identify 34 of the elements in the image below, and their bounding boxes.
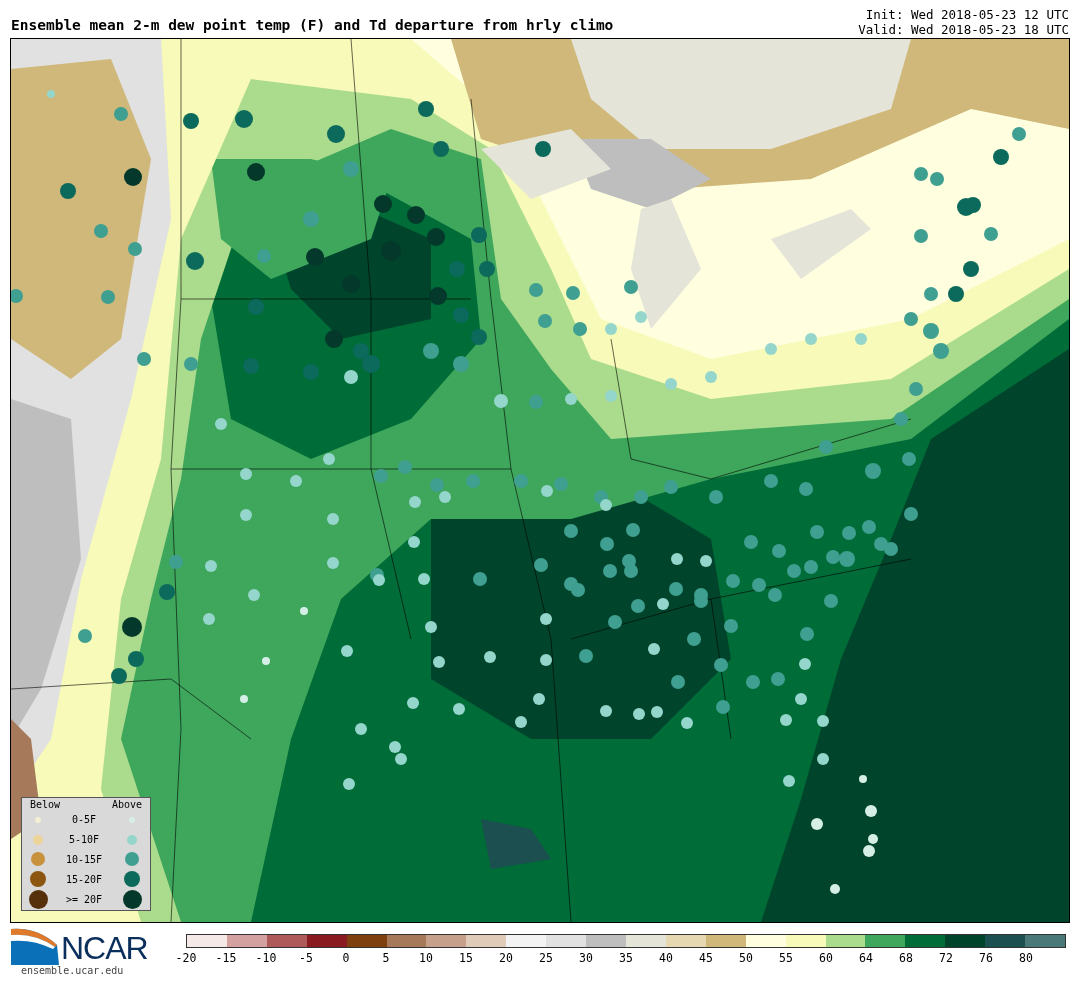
scale-tick-label: 45 bbox=[699, 951, 713, 965]
logo-wordmark: NCAR bbox=[61, 931, 148, 965]
scale-tick-label: 30 bbox=[579, 951, 593, 965]
scale-tick-label: 20 bbox=[499, 951, 513, 965]
website-url: ensemble.ucar.edu bbox=[20, 965, 125, 976]
scale-tick-label: 68 bbox=[899, 951, 913, 965]
scale-tick-label: 0 bbox=[342, 951, 350, 965]
valid-time: Valid: Wed 2018-05-23 18 UTC bbox=[858, 22, 1069, 37]
scale-tick-label: 10 bbox=[419, 951, 433, 965]
chart-title: Ensemble mean 2-m dew point temp (F) and Td departure from hrly climo bbox=[11, 17, 614, 35]
scale-tick-label: 55 bbox=[779, 951, 793, 965]
legend-label: >= 20F bbox=[64, 893, 104, 905]
legend-label: 0-5F bbox=[70, 814, 98, 826]
scale-tick-label: -15 bbox=[215, 951, 237, 965]
scale-tick-label: 25 bbox=[539, 951, 553, 965]
legend-label: 15-20F bbox=[64, 873, 104, 885]
scale-tick-label: 60 bbox=[819, 951, 833, 965]
scale-tick-label: -10 bbox=[255, 951, 277, 965]
scale-tick-label: 80 bbox=[1019, 951, 1033, 965]
scale-tick-label: 35 bbox=[619, 951, 633, 965]
legend-label: 5-10F bbox=[67, 834, 101, 846]
scale-tick-label: -20 bbox=[175, 951, 197, 965]
scale-tick-label: -5 bbox=[299, 951, 313, 965]
scale-tick-label: 50 bbox=[739, 951, 753, 965]
scale-tick-label: 40 bbox=[659, 951, 673, 965]
legend-heading: Above bbox=[111, 799, 142, 810]
scale-tick-label: 64 bbox=[859, 951, 873, 965]
legend-heading: Below bbox=[30, 799, 61, 810]
scale-tick-label: 5 bbox=[382, 951, 390, 965]
legend-label: 10-15F bbox=[64, 854, 104, 865]
init-time: Init: Wed 2018-05-23 12 UTC bbox=[865, 7, 1069, 22]
scale-tick-label: 15 bbox=[459, 951, 473, 965]
scale-tick-label: 76 bbox=[979, 951, 993, 965]
scale-tick-label: 72 bbox=[939, 951, 953, 965]
